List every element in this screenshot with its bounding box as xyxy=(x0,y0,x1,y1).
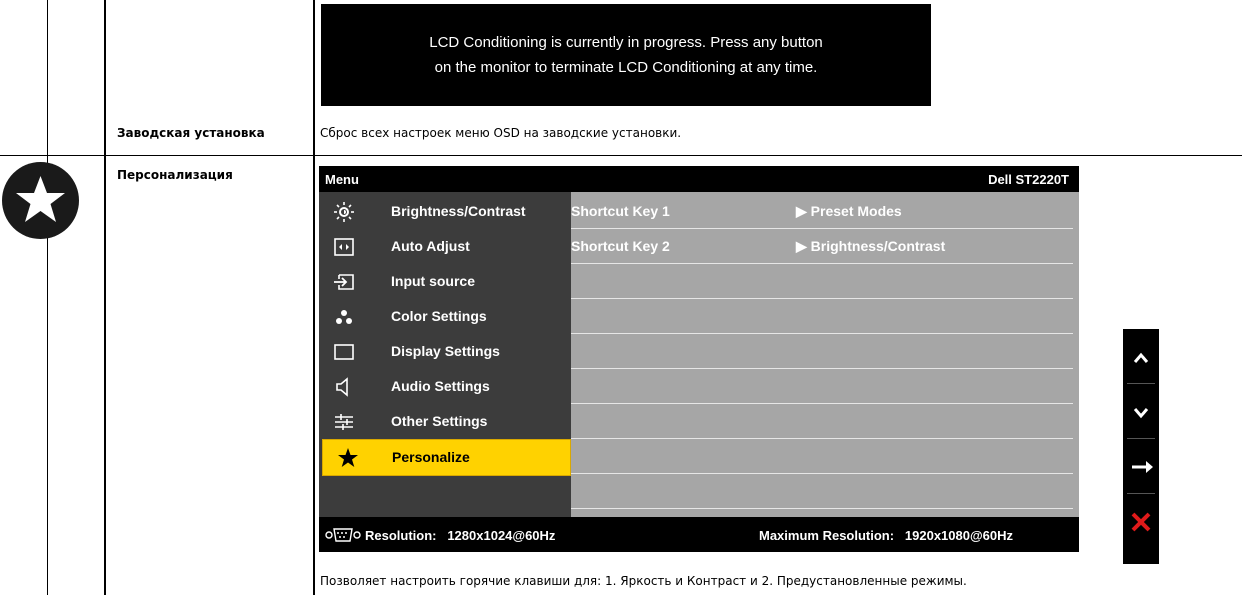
input-source-icon xyxy=(333,271,355,293)
personalize-label: Персонализация xyxy=(117,168,233,182)
osd-item-display-settings[interactable]: Display Settings xyxy=(319,334,571,369)
osd-setting-shortcut-key-2[interactable]: Shortcut Key 2 ▶ Brightness/Contrast xyxy=(571,229,1079,264)
osd-settings-panel: Shortcut Key 1 ▶ Preset Modes Shortcut K… xyxy=(571,192,1079,517)
osd-empty-row xyxy=(571,299,1079,334)
osd-menu: Menu Dell ST2220T Brightness/Contrast Au… xyxy=(319,166,1079,552)
play-arrow-icon: ▶ xyxy=(796,238,807,254)
osd-item-label: Color Settings xyxy=(391,308,487,324)
osd-empty-row xyxy=(571,404,1079,439)
table-rule-col2 xyxy=(104,0,106,595)
osd-item-label: Display Settings xyxy=(391,343,500,359)
setting-key: Shortcut Key 1 xyxy=(571,203,670,219)
osd-model-name: Dell ST2220T xyxy=(988,172,1069,187)
display-settings-icon xyxy=(333,341,355,363)
osd-empty-row xyxy=(571,439,1079,474)
lcd-conditioning-banner: LCD Conditioning is currently in progres… xyxy=(321,4,931,106)
play-arrow-icon: ▶ xyxy=(796,203,807,219)
maximum-resolution: Maximum Resolution: 1920x1080@60Hz xyxy=(759,528,1013,543)
osd-empty-row xyxy=(571,334,1079,369)
audio-settings-icon xyxy=(333,376,355,398)
osd-item-label: Input source xyxy=(391,273,476,289)
table-rule-col1 xyxy=(47,0,48,595)
osd-menu-list: Brightness/Contrast Auto Adjust Input so… xyxy=(319,192,571,517)
enter-arrow-icon[interactable] xyxy=(1123,439,1159,494)
factory-reset-label: Заводская установка xyxy=(117,126,265,140)
down-arrow-icon[interactable] xyxy=(1123,384,1159,439)
setting-key: Shortcut Key 2 xyxy=(571,238,670,254)
brightness-icon xyxy=(333,201,355,223)
personalize-star-icon xyxy=(2,162,79,239)
table-rule-col3 xyxy=(313,0,315,595)
osd-empty-row xyxy=(571,474,1079,509)
osd-side-buttons xyxy=(1123,329,1159,564)
osd-empty-row xyxy=(571,369,1079,404)
lcd-banner-line1: LCD Conditioning is currently in progres… xyxy=(429,34,823,51)
factory-reset-description: Сброс всех настроек меню OSD на заводски… xyxy=(320,126,682,140)
close-icon[interactable] xyxy=(1123,494,1159,549)
auto-adjust-icon xyxy=(333,236,355,258)
osd-item-label: Other Settings xyxy=(391,413,488,429)
osd-footer: Resolution: 1280x1024@60Hz Maximum Resol… xyxy=(319,517,1079,552)
osd-item-label: Personalize xyxy=(392,449,470,465)
vga-connector-icon xyxy=(325,527,361,543)
color-settings-icon xyxy=(333,306,355,328)
star-icon xyxy=(337,447,359,469)
osd-item-label: Audio Settings xyxy=(391,378,490,394)
osd-item-audio-settings[interactable]: Audio Settings xyxy=(319,369,571,404)
osd-item-brightness-contrast[interactable]: Brightness/Contrast xyxy=(319,194,571,229)
table-rule-row xyxy=(0,155,1242,156)
setting-value: ▶ Preset Modes xyxy=(796,203,902,219)
osd-item-color-settings[interactable]: Color Settings xyxy=(319,299,571,334)
osd-item-other-settings[interactable]: Other Settings xyxy=(319,404,571,439)
osd-setting-shortcut-key-1[interactable]: Shortcut Key 1 ▶ Preset Modes xyxy=(571,194,1079,229)
osd-header: Menu Dell ST2220T xyxy=(319,166,1079,192)
osd-item-personalize[interactable]: Personalize xyxy=(322,439,571,476)
up-arrow-icon[interactable] xyxy=(1123,329,1159,384)
setting-value: ▶ Brightness/Contrast xyxy=(796,238,946,254)
osd-item-input-source[interactable]: Input source xyxy=(319,264,571,299)
personalize-description: Позволяет настроить горячие клавиши для:… xyxy=(320,574,967,588)
osd-item-auto-adjust[interactable]: Auto Adjust xyxy=(319,229,571,264)
osd-item-label: Auto Adjust xyxy=(391,238,470,254)
osd-menu-title: Menu xyxy=(325,172,359,187)
current-resolution: Resolution: 1280x1024@60Hz xyxy=(365,528,556,543)
lcd-banner-line2: on the monitor to terminate LCD Conditio… xyxy=(434,59,818,76)
row-divider xyxy=(571,508,1073,509)
osd-empty-row xyxy=(571,264,1079,299)
other-settings-icon xyxy=(333,411,355,433)
osd-item-label: Brightness/Contrast xyxy=(391,203,526,219)
